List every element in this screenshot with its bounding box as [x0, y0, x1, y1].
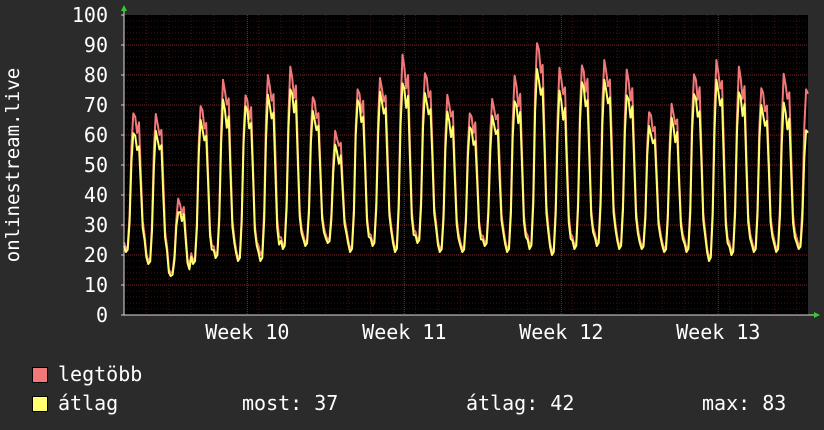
y-tick-label: 40: [84, 183, 108, 207]
x-tick-label: Week 10: [205, 320, 289, 340]
y-axis-arrow-icon: [121, 5, 127, 11]
legend-swatch-max: [32, 367, 48, 383]
y-axis-tick-labels: 0 10 20 30 40 50 60 70 80 90 100: [72, 3, 124, 327]
y-tick-label: 20: [84, 243, 108, 267]
y-tick-label: 100: [72, 3, 108, 27]
legend-swatch-avg: [32, 396, 48, 412]
y-tick-label: 80: [84, 63, 108, 87]
y-tick-label: 90: [84, 33, 108, 57]
x-axis-arrow-icon: [814, 312, 820, 318]
stream-listeners-chart: 0102030405060708090100 Week 10 Week 11 Wee…: [2, 3, 820, 340]
y-tick-label: 60: [84, 123, 108, 147]
y-tick-label: 0: [96, 303, 108, 327]
x-tick-label: Week 11: [362, 320, 446, 340]
legend-row-max: legtöbb: [32, 362, 812, 386]
x-tick-label: Week 12: [519, 320, 603, 340]
y-tick-label: 30: [84, 213, 108, 237]
y-tick-label: 70: [84, 93, 108, 117]
stat-now: most: 37: [242, 391, 339, 415]
legend-label-avg: átlag: [58, 391, 119, 415]
x-axis-tick-labels: Week 10 Week 11 Week 12 Week 13: [205, 320, 760, 340]
y-tick-label: 50: [84, 153, 108, 177]
stat-average: átlag: 42: [466, 391, 575, 415]
y-tick-label: 10: [84, 273, 108, 297]
y-axis-label: onlinestream.live: [2, 68, 24, 262]
legend-row-avg: átlag most: 37 átlag: 42 max: 83: [32, 391, 812, 415]
legend-label-max: legtöbb: [58, 362, 143, 386]
x-tick-label: Week 13: [676, 320, 760, 340]
stat-max: max: 83: [702, 391, 787, 415]
